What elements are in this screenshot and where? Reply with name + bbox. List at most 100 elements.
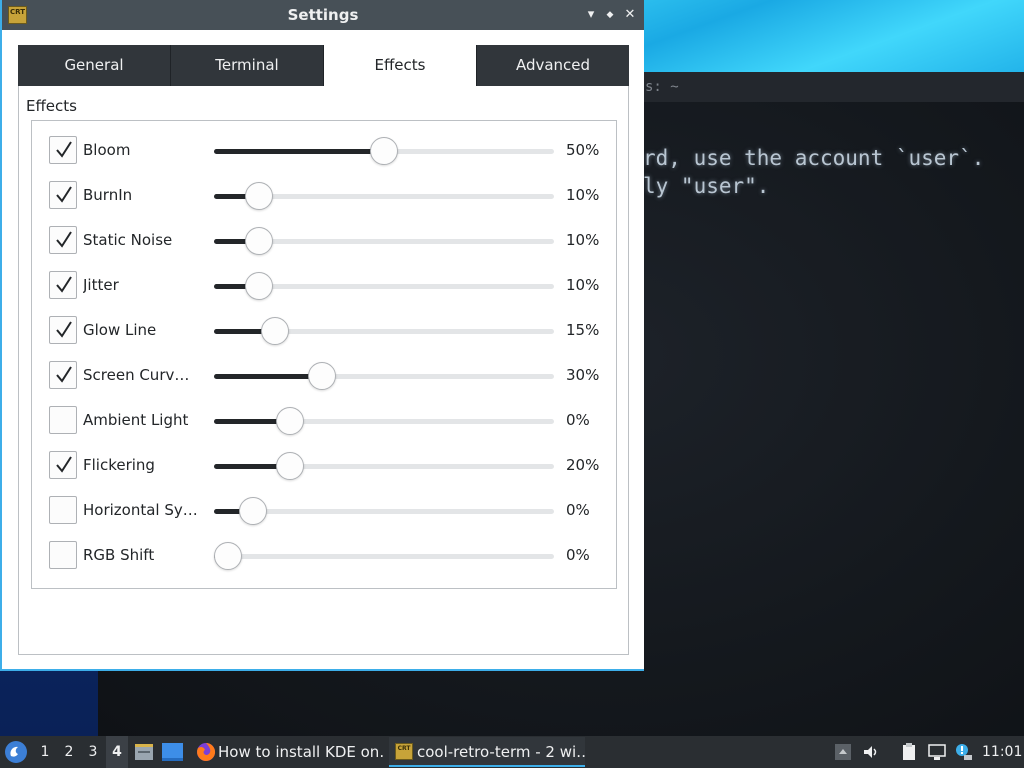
effect-checkbox[interactable] [49, 361, 77, 389]
effect-label: Screen Curvat… [83, 366, 198, 384]
dialog-titlebar[interactable]: CRT Settings ▾ ◆ ✕ [2, 0, 644, 30]
slider-handle[interactable] [276, 407, 305, 435]
tab-effects[interactable]: Effects [324, 45, 477, 86]
slider-handle[interactable] [260, 317, 289, 345]
checkmark-icon [56, 366, 72, 383]
slider-handle[interactable] [245, 227, 274, 255]
slider-handle[interactable] [214, 542, 242, 570]
effect-slider[interactable] [214, 407, 554, 435]
clipboard-icon[interactable] [900, 743, 918, 761]
effect-value: 15% [566, 321, 600, 339]
task-cool-retro-term[interactable]: CRT cool-retro-term - 2 wi… [389, 737, 585, 767]
settings-dialog: CRT Settings ▾ ◆ ✕ General Terminal Effe… [0, 0, 644, 671]
effect-label: Ambient Light [83, 411, 189, 429]
checkmark-icon [56, 186, 72, 203]
network-icon[interactable] [928, 743, 946, 761]
dialog-title: Settings [287, 6, 359, 24]
task-label: How to install KDE on… [218, 743, 384, 761]
effect-slider[interactable] [214, 362, 554, 390]
effect-value: 10% [566, 186, 600, 204]
checkmark-icon [56, 231, 72, 248]
slider-handle[interactable] [245, 272, 274, 300]
effect-slider[interactable] [214, 137, 554, 165]
maximize-button[interactable]: ◆ [600, 5, 620, 25]
task-firefox[interactable]: How to install KDE on… [194, 737, 384, 767]
effect-slider[interactable] [214, 542, 554, 570]
desktop-4[interactable]: 4 [106, 736, 128, 768]
close-button[interactable]: ✕ [620, 5, 640, 25]
effect-value: 0% [566, 546, 590, 564]
tab-general[interactable]: General [18, 45, 171, 86]
effect-row: Static Noise 10% [32, 223, 618, 268]
effect-value: 10% [566, 276, 600, 294]
slider-fill [214, 149, 384, 154]
effect-row: Screen Curvat… 30% [32, 358, 618, 403]
effect-label: Static Noise [83, 231, 173, 249]
desktop-3[interactable]: 3 [82, 736, 104, 768]
slider-handle[interactable] [238, 497, 267, 525]
effect-label: Glow Line [83, 321, 157, 339]
effect-slider[interactable] [214, 182, 554, 210]
effect-checkbox[interactable] [49, 541, 77, 569]
tray-expand-icon[interactable] [834, 743, 852, 761]
effects-group: Bloom 50% BurnIn 10% Static Noise 10% Jitter 10… [31, 120, 617, 589]
effect-row: Horizontal Sync 0% [32, 493, 618, 538]
terminal-line: rd, use the account `user`. [643, 146, 985, 170]
effect-slider[interactable] [214, 227, 554, 255]
effect-value: 30% [566, 366, 600, 384]
effect-slider[interactable] [214, 497, 554, 525]
clock[interactable]: 11:01 [982, 736, 1022, 768]
firefox-icon [196, 742, 216, 762]
effect-label: Flickering [83, 456, 155, 474]
checkmark-icon [56, 276, 72, 293]
effect-label: Jitter [83, 276, 119, 294]
dialog-content: General Terminal Effects Advanced Effect… [2, 30, 644, 669]
show-desktop-icon[interactable] [162, 743, 183, 761]
effect-label: Bloom [83, 141, 131, 159]
slider-handle[interactable] [245, 182, 274, 210]
effect-slider[interactable] [214, 452, 554, 480]
terminal-line: ly "user". [643, 174, 770, 198]
tab-bar: General Terminal Effects Advanced [18, 45, 629, 86]
start-menu-icon[interactable] [5, 741, 27, 763]
slider-handle[interactable] [370, 137, 398, 165]
tab-terminal[interactable]: Terminal [171, 45, 324, 86]
crt-icon: CRT [395, 743, 413, 760]
effect-row: Bloom 50% [32, 133, 618, 178]
effect-value: 0% [566, 411, 590, 429]
desktop-1[interactable]: 1 [34, 736, 56, 768]
slider-fill [214, 374, 322, 379]
effect-row: RGB Shift 0% [32, 538, 618, 583]
effect-checkbox[interactable] [49, 226, 77, 254]
effect-slider[interactable] [214, 272, 554, 300]
effect-label: BurnIn [83, 186, 133, 204]
effect-checkbox[interactable] [49, 496, 77, 524]
checkmark-icon [56, 141, 72, 158]
effect-row: Glow Line 15% [32, 313, 618, 358]
effect-checkbox[interactable] [49, 181, 77, 209]
file-manager-icon[interactable] [134, 742, 154, 762]
desktop-2[interactable]: 2 [58, 736, 80, 768]
checkmark-icon [56, 456, 72, 473]
effect-row: Jitter 10% [32, 268, 618, 313]
effect-checkbox[interactable] [49, 136, 77, 164]
tab-advanced[interactable]: Advanced [477, 45, 629, 86]
effect-row: Ambient Light 0% [32, 403, 618, 448]
effect-checkbox[interactable] [49, 406, 77, 434]
volume-icon[interactable] [862, 743, 880, 761]
group-title: Effects [26, 97, 77, 115]
notifications-icon[interactable] [954, 743, 972, 761]
effect-checkbox[interactable] [49, 316, 77, 344]
effect-slider[interactable] [214, 317, 554, 345]
slider-handle[interactable] [307, 362, 336, 390]
slider-handle[interactable] [276, 452, 305, 480]
effect-label: Horizontal Sync [83, 501, 198, 519]
effect-checkbox[interactable] [49, 451, 77, 479]
effect-checkbox[interactable] [49, 271, 77, 299]
effect-value: 20% [566, 456, 600, 474]
effect-value: 0% [566, 501, 590, 519]
minimize-button[interactable]: ▾ [581, 5, 601, 25]
effect-row: Flickering 20% [32, 448, 618, 493]
effect-row: BurnIn 10% [32, 178, 618, 223]
task-label: cool-retro-term - 2 wi… [417, 743, 585, 761]
